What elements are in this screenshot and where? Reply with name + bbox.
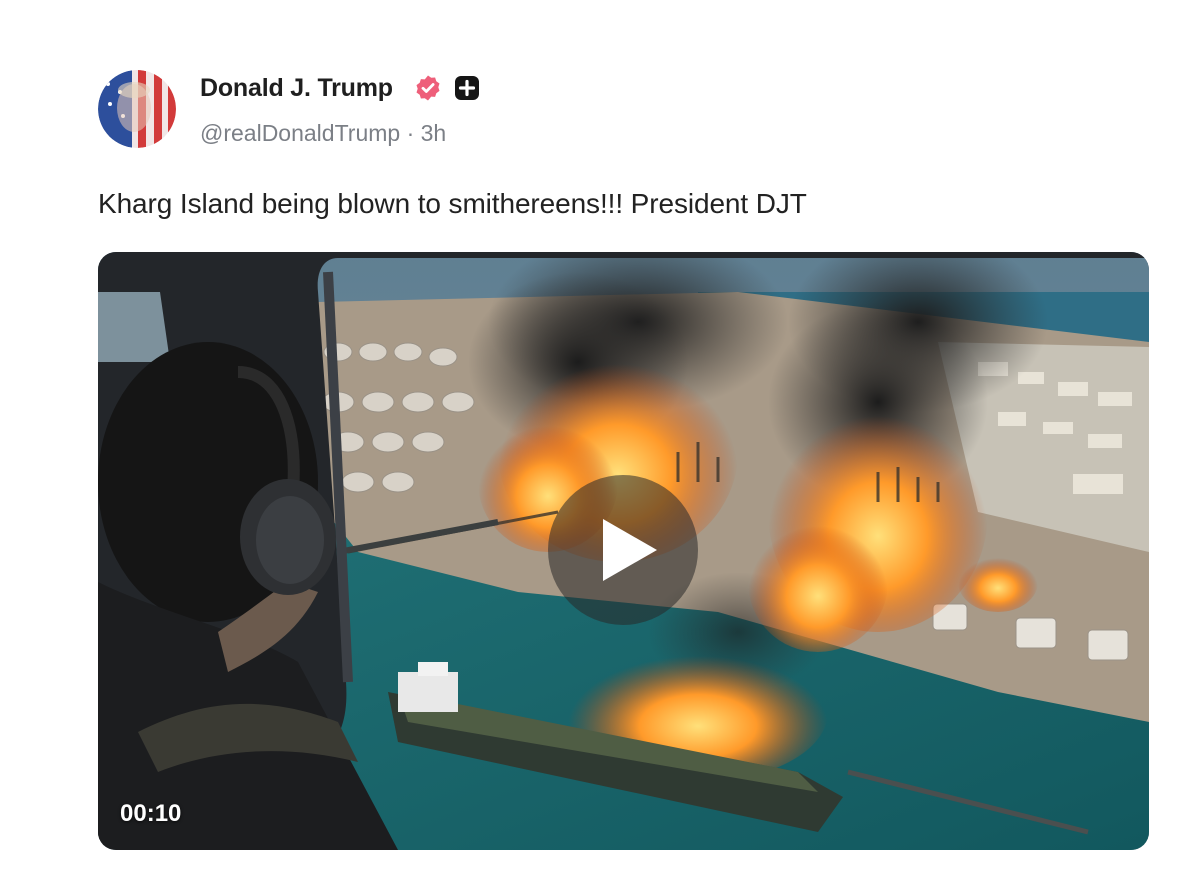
verified-badge-icon: [416, 75, 440, 101]
author-meta: @realDonaldTrump · 3h: [200, 120, 446, 147]
meta-separator: ·: [406, 120, 415, 146]
avatar[interactable]: [98, 70, 176, 148]
avatar-image: [98, 70, 176, 148]
social-post: Donald J. Trump @realDonaldTrump · 3h Kh…: [0, 0, 1200, 892]
play-button[interactable]: [548, 475, 698, 625]
video-duration: 00:10: [120, 800, 182, 827]
post-text: Kharg Island being blown to smithereens!…: [98, 188, 807, 219]
video-player[interactable]: 00:10: [98, 252, 1149, 850]
author-name[interactable]: Donald J. Trump: [200, 74, 393, 103]
author-handle[interactable]: @realDonaldTrump: [200, 120, 400, 146]
post-time[interactable]: 3h: [421, 120, 447, 146]
play-icon: [603, 519, 657, 581]
plus-icon[interactable]: [454, 75, 480, 101]
